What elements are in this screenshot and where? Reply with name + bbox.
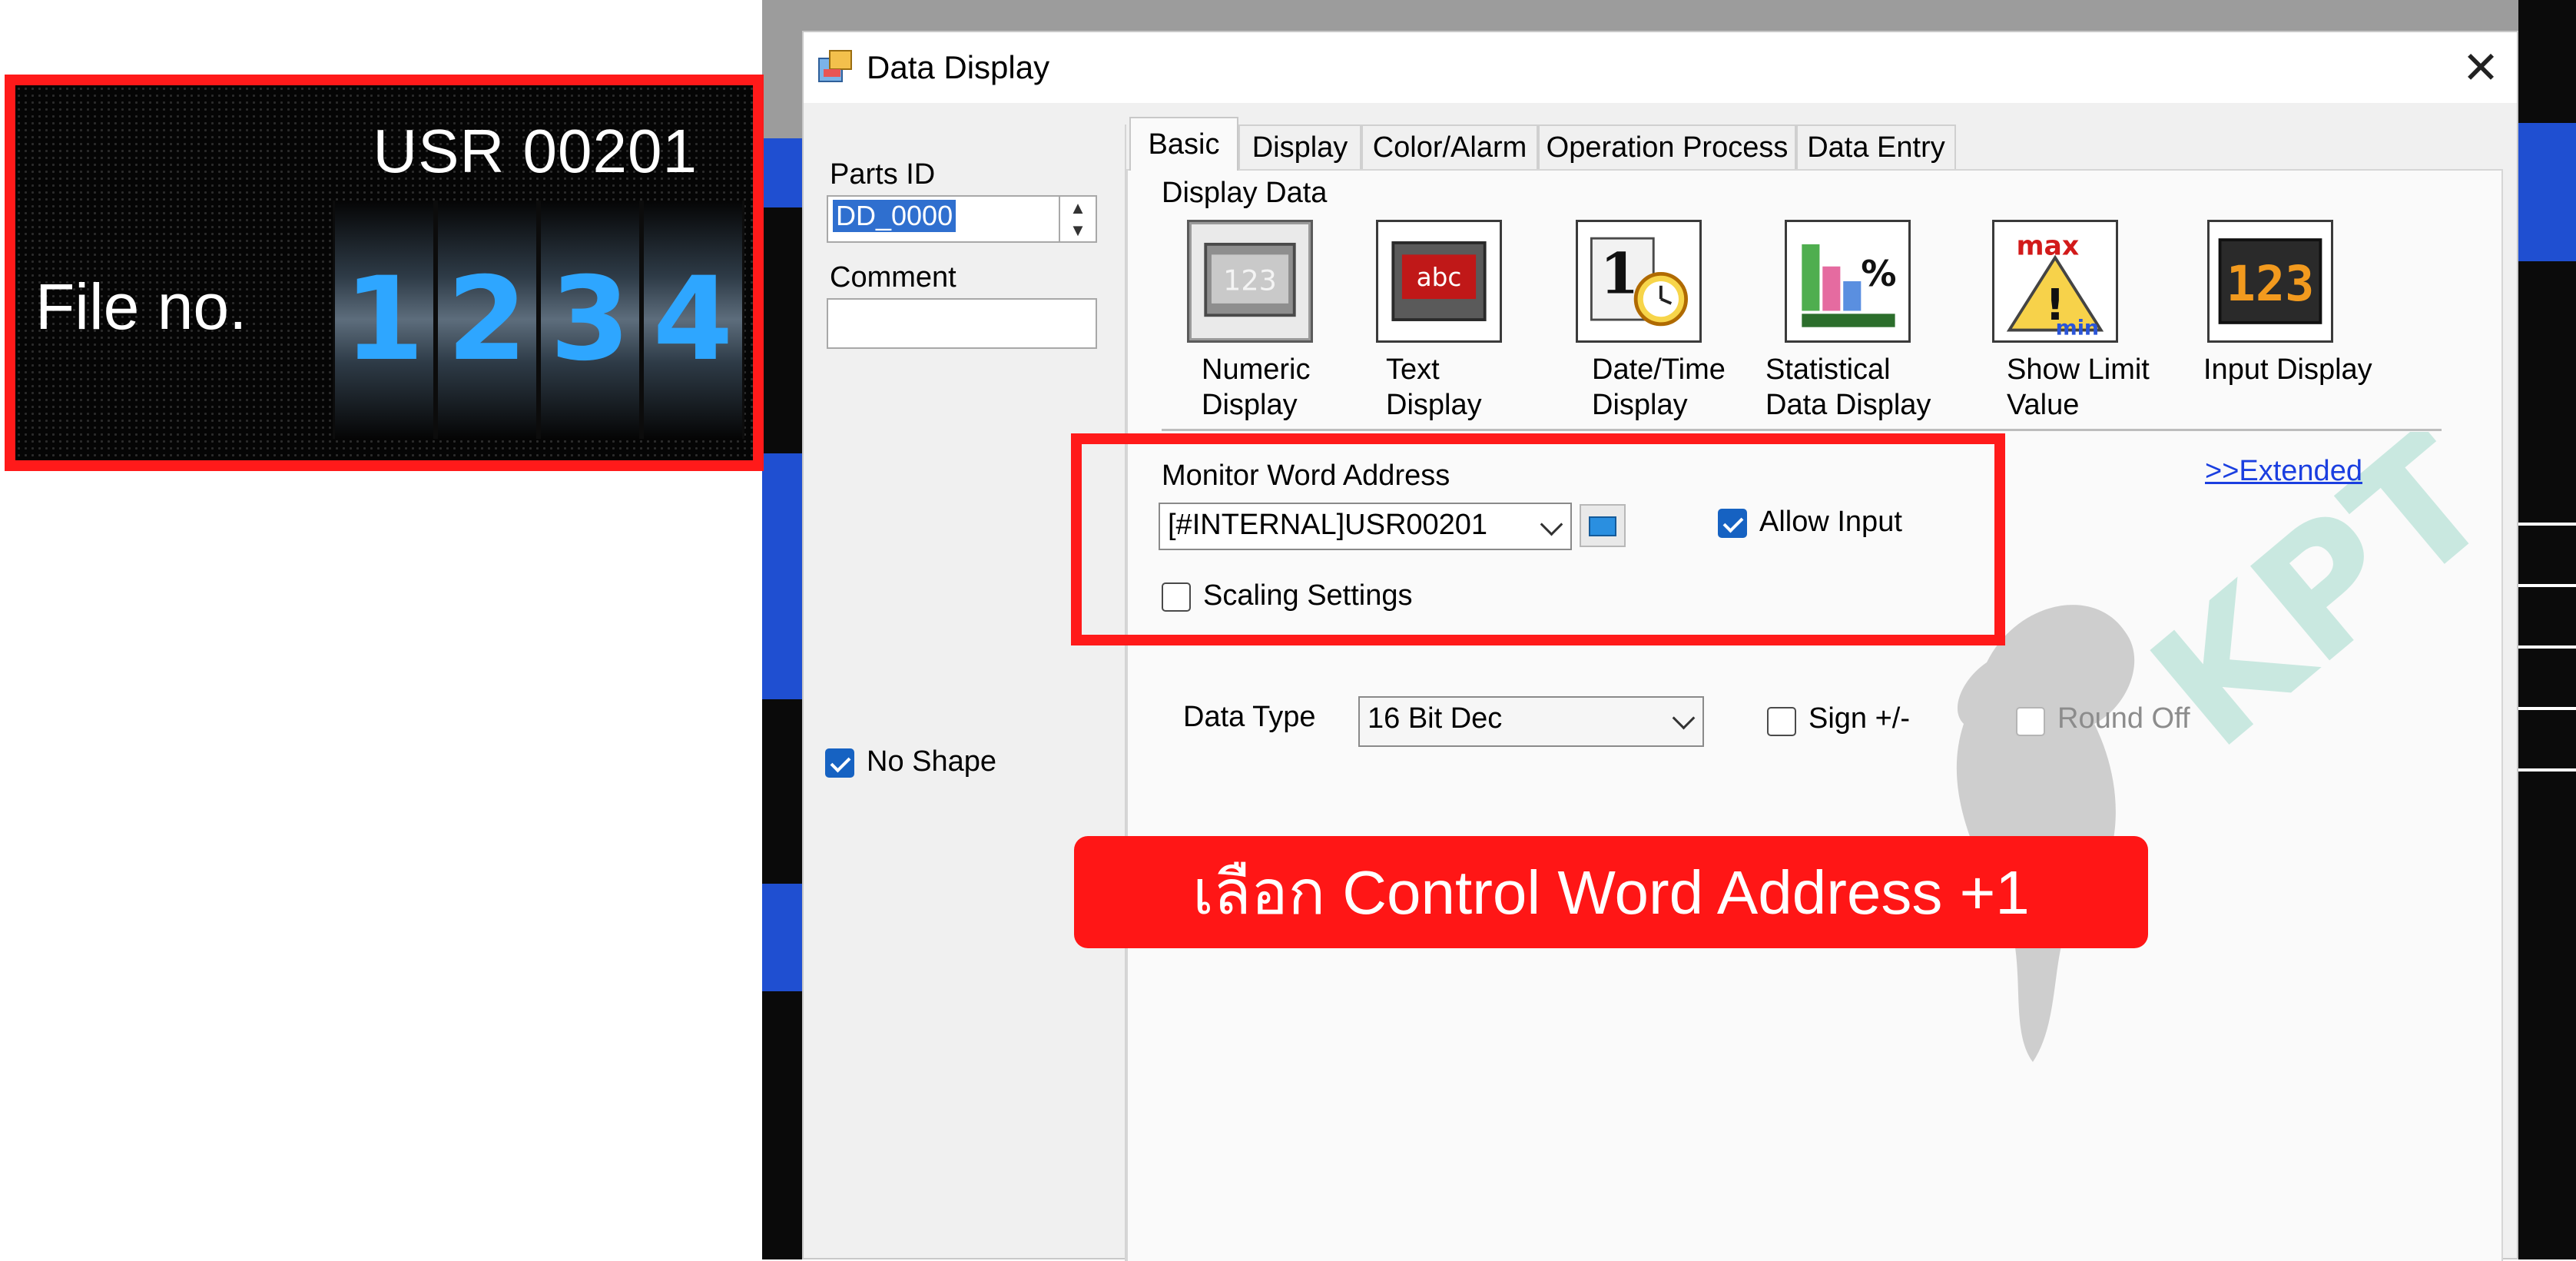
spin-up-icon[interactable]: ▲ xyxy=(1060,197,1096,219)
parts-properties-panel: Parts ID DD_0000 ▲ ▼ Comment No Shape xyxy=(804,103,1126,1261)
data-type-select[interactable]: 16 Bit Dec xyxy=(1358,696,1704,747)
statistical-data-display-caption: Statistical Data Display xyxy=(1765,353,1931,421)
sign-label: Sign +/- xyxy=(1809,702,1911,735)
data-display-app-icon xyxy=(818,50,852,82)
text-display-icon: abc xyxy=(1376,220,1502,343)
background-blue-element xyxy=(762,884,802,991)
svg-text:min: min xyxy=(2056,316,2099,340)
preview-digit-drum: 1 xyxy=(333,201,436,439)
round-off-label: Round Off xyxy=(2057,702,2190,735)
data-display-dialog: Data Display ✕ Parts ID DD_0000 ▲ ▼ Comm… xyxy=(802,31,2527,1261)
data-display-preview: USR 00201 File no. 1 2 3 4 xyxy=(5,75,764,471)
background-divider xyxy=(2518,707,2576,710)
parts-id-spin-buttons[interactable]: ▲ ▼ xyxy=(1059,197,1096,241)
dialog-title: Data Display xyxy=(867,49,1050,85)
svg-text:123: 123 xyxy=(1223,264,1277,297)
input-display-caption: Input Display xyxy=(2203,353,2372,386)
section-divider xyxy=(1162,429,2442,431)
background-blue-element xyxy=(2518,123,2576,261)
input-display-icon: 123 xyxy=(2207,220,2333,343)
background-blue-element xyxy=(762,138,802,207)
chevron-down-icon xyxy=(1672,706,1696,730)
spin-down-icon[interactable]: ▼ xyxy=(1060,219,1096,241)
preview-address-title: USR 00201 xyxy=(373,117,698,185)
preview-digit-drum: 2 xyxy=(436,201,539,439)
date-time-display-icon: 1 xyxy=(1576,220,1702,343)
text-display-caption: Text Display xyxy=(1386,353,1482,421)
no-shape-checkbox[interactable] xyxy=(825,748,854,778)
date-time-display-caption: Date/Time Display xyxy=(1592,353,1726,421)
tab-data-entry[interactable]: Data Entry xyxy=(1796,124,1956,169)
background-divider xyxy=(2518,523,2576,526)
tab-display[interactable]: Display xyxy=(1238,124,1361,169)
preview-digit-drum: 3 xyxy=(539,201,642,439)
parts-id-label: Parts ID xyxy=(830,158,936,191)
sign-checkbox[interactable] xyxy=(1767,707,1796,736)
svg-text:1: 1 xyxy=(1600,241,1639,307)
background-divider xyxy=(2518,645,2576,649)
data-type-label: Data Type xyxy=(1183,701,1316,733)
extended-link[interactable]: >>Extended xyxy=(2205,455,2362,488)
comment-field[interactable] xyxy=(827,298,1097,349)
close-icon: ✕ xyxy=(2462,43,2500,93)
svg-text:max: max xyxy=(2016,231,2079,261)
background-blue-element xyxy=(762,453,802,699)
monitor-address-highlight xyxy=(1071,433,2005,645)
comment-label: Comment xyxy=(830,261,956,294)
tab-color-alarm[interactable]: Color/Alarm xyxy=(1361,124,1538,169)
svg-text:123: 123 xyxy=(2226,255,2315,312)
round-off-checkbox[interactable] xyxy=(2016,707,2045,736)
tab-basic[interactable]: Basic xyxy=(1129,117,1238,171)
dialog-titlebar[interactable]: Data Display ✕ xyxy=(804,32,2517,103)
display-data-label: Display Data xyxy=(1162,177,1328,209)
show-limit-value-icon: max ! min xyxy=(1992,220,2118,343)
preview-file-label: File no. xyxy=(35,270,247,343)
data-type-value: 16 Bit Dec xyxy=(1368,702,1503,735)
preview-digit-drum: 4 xyxy=(642,201,744,439)
background-divider xyxy=(2518,768,2576,772)
tab-operation-process[interactable]: Operation Process xyxy=(1538,124,1796,169)
parts-id-value[interactable]: DD_0000 xyxy=(833,200,956,232)
statistical-data-display-icon: % xyxy=(1785,220,1911,343)
svg-text:%: % xyxy=(1861,253,1896,294)
show-limit-value-caption: Show Limit Value xyxy=(2007,353,2150,421)
numeric-display-icon: 123 xyxy=(1187,220,1313,343)
no-shape-label: No Shape xyxy=(867,745,997,778)
numeric-display-caption: Numeric Display xyxy=(1202,353,1311,421)
background-divider xyxy=(2518,584,2576,587)
close-button[interactable]: ✕ xyxy=(2445,32,2517,103)
svg-text:abc: abc xyxy=(1417,263,1462,292)
parts-id-stepper[interactable]: DD_0000 ▲ ▼ xyxy=(827,195,1097,243)
instruction-banner: เลือก Control Word Address +1 xyxy=(1074,836,2148,948)
